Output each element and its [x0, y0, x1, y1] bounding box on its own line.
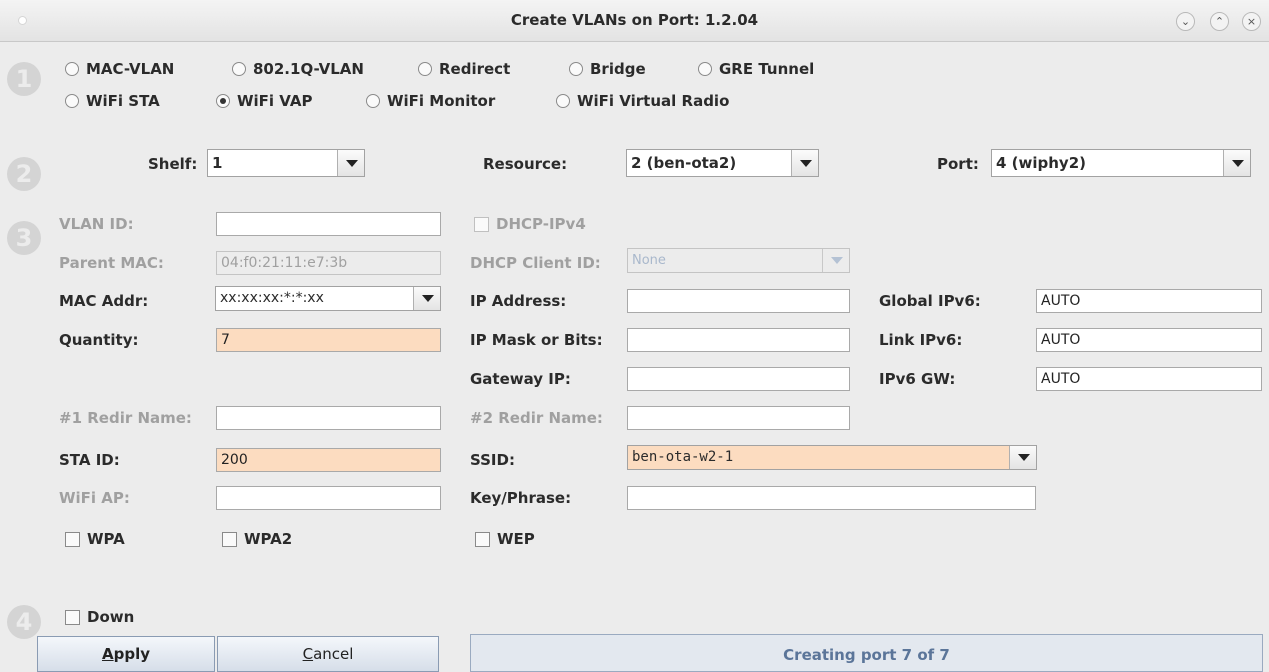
radio-wifi-monitor[interactable]: WiFi Monitor: [366, 92, 495, 110]
redir2-input[interactable]: [627, 406, 850, 430]
step-4-icon: 4: [7, 605, 41, 639]
dropdown-arrow-icon: [337, 150, 364, 176]
dropdown-arrow-icon: [1223, 150, 1250, 176]
wifi-ap-label: WiFi AP:: [59, 489, 130, 507]
radio-redirect[interactable]: Redirect: [418, 60, 510, 78]
mac-addr-label: MAC Addr:: [59, 292, 149, 310]
radio-button-icon: [366, 94, 380, 108]
down-checkbox[interactable]: Down: [65, 608, 134, 626]
parent-mac-field: 04:f0:21:11:e7:3b: [216, 251, 441, 275]
ipv6-gw-label: IPv6 GW:: [879, 370, 956, 388]
quantity-input[interactable]: 7: [216, 328, 441, 352]
radio-button-icon: [65, 62, 79, 76]
radio-bridge[interactable]: Bridge: [569, 60, 646, 78]
redir2-label: #2 Redir Name:: [470, 409, 603, 427]
global-ipv6-label: Global IPv6:: [879, 292, 981, 310]
link-ipv6-input[interactable]: AUTO: [1036, 328, 1262, 352]
close-button[interactable]: ×: [1242, 12, 1261, 31]
dhcp-client-id-label: DHCP Client ID:: [470, 254, 601, 272]
status-bar: Creating port 7 of 7: [470, 634, 1263, 672]
radio-button-icon: [556, 94, 570, 108]
dhcp-ipv4-checkbox[interactable]: DHCP-IPv4: [474, 215, 586, 233]
chevron-up-icon: ⌃: [1214, 15, 1225, 28]
ip-address-label: IP Address:: [470, 292, 567, 310]
wep-checkbox[interactable]: WEP: [475, 530, 535, 548]
ip-address-input[interactable]: [627, 289, 850, 313]
apply-button[interactable]: Apply: [37, 636, 215, 672]
sta-id-input[interactable]: 200: [216, 448, 441, 472]
redir1-input[interactable]: [216, 406, 441, 430]
minimize-button[interactable]: ⌄: [1176, 12, 1195, 31]
checkbox-icon: [222, 531, 237, 547]
key-phrase-label: Key/Phrase:: [470, 489, 572, 507]
wifi-ap-input[interactable]: [216, 486, 441, 510]
ssid-label: SSID:: [470, 451, 515, 469]
sta-id-label: STA ID:: [59, 451, 120, 469]
shelf-select[interactable]: 1: [207, 149, 365, 177]
step-3-icon: 3: [7, 221, 41, 255]
dropdown-arrow-icon: [1009, 446, 1036, 469]
gateway-ip-label: Gateway IP:: [470, 370, 571, 388]
ip-mask-input[interactable]: [627, 328, 850, 352]
radio-button-icon: [418, 62, 432, 76]
port-label: Port:: [937, 155, 979, 173]
ssid-select[interactable]: ben-ota-w2-1: [627, 445, 1037, 470]
global-ipv6-input[interactable]: AUTO: [1036, 289, 1262, 313]
mac-addr-select[interactable]: xx:xx:xx:*:*:xx: [215, 286, 441, 311]
window-title: Create VLANs on Port: 1.2.04: [510, 11, 759, 29]
close-icon: ×: [1246, 15, 1257, 28]
ip-mask-label: IP Mask or Bits:: [470, 331, 603, 349]
vlan-id-label: VLAN ID:: [59, 215, 134, 233]
redir1-label: #1 Redir Name:: [59, 409, 192, 427]
dropdown-arrow-icon: [791, 150, 818, 176]
ipv6-gw-input[interactable]: AUTO: [1036, 367, 1262, 391]
radio-wifi-sta[interactable]: WiFi STA: [65, 92, 160, 110]
dropdown-arrow-icon: [413, 287, 440, 310]
radio-button-icon: [65, 94, 79, 108]
gateway-ip-input[interactable]: [627, 367, 850, 391]
radio-selected-icon: [216, 94, 230, 108]
dropdown-arrow-icon: [822, 249, 849, 272]
wpa2-checkbox[interactable]: WPA2: [222, 530, 292, 548]
vlan-id-input[interactable]: [216, 212, 441, 236]
key-phrase-input[interactable]: [627, 486, 1036, 510]
quantity-label: Quantity:: [59, 331, 139, 349]
cancel-button[interactable]: Cancel: [217, 636, 439, 672]
resource-label: Resource:: [483, 155, 568, 173]
radio-button-icon: [569, 62, 583, 76]
checkbox-icon: [65, 609, 80, 625]
radio-gre-tunnel[interactable]: GRE Tunnel: [698, 60, 814, 78]
checkbox-icon: [474, 216, 489, 232]
step-2-icon: 2: [7, 157, 41, 191]
chevron-down-icon: ⌄: [1180, 15, 1191, 28]
resource-select[interactable]: 2 (ben-ota2): [626, 149, 819, 177]
port-select[interactable]: 4 (wiphy2): [991, 149, 1251, 177]
radio-mac-vlan[interactable]: MAC-VLAN: [65, 60, 174, 78]
wpa-checkbox[interactable]: WPA: [65, 530, 125, 548]
radio-wifi-vap[interactable]: WiFi VAP: [216, 92, 313, 110]
radio-wifi-virtual-radio[interactable]: WiFi Virtual Radio: [556, 92, 729, 110]
radio-button-icon: [698, 62, 712, 76]
radio-button-icon: [232, 62, 246, 76]
parent-mac-label: Parent MAC:: [59, 254, 164, 272]
radio-802-1q-vlan[interactable]: 802.1Q-VLAN: [232, 60, 364, 78]
link-ipv6-label: Link IPv6:: [879, 331, 963, 349]
shelf-label: Shelf:: [148, 155, 198, 173]
dhcp-client-id-select[interactable]: None: [627, 248, 850, 273]
checkbox-icon: [65, 531, 80, 547]
checkbox-icon: [475, 531, 490, 547]
step-1-icon: 1: [7, 62, 41, 96]
maximize-button[interactable]: ⌃: [1210, 12, 1229, 31]
